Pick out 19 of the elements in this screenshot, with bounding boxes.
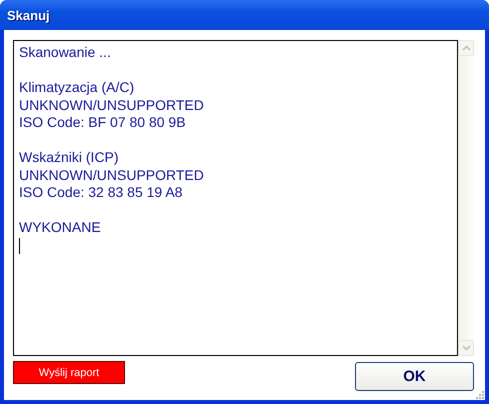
resize-grip-icon[interactable] bbox=[475, 390, 485, 400]
window-title: Skanuj bbox=[7, 8, 50, 22]
log-line: Skanowanie ... bbox=[19, 44, 112, 62]
log-line: ISO Code: 32 83 85 19 A8 bbox=[19, 184, 184, 202]
log-line: UNKNOWN/UNSUPPORTED bbox=[19, 96, 205, 114]
text-cursor bbox=[19, 238, 20, 254]
send-report-button[interactable]: Wyślij raport bbox=[13, 361, 125, 384]
log-line: WYKONANE bbox=[19, 219, 102, 236]
log-line: Wskaźniki (ICP) bbox=[19, 149, 120, 166]
log-line: UNKNOWN/UNSUPPORTED bbox=[19, 166, 205, 184]
ok-button[interactable]: OK bbox=[355, 362, 474, 391]
log-line: ISO Code: BF 07 80 80 9B bbox=[19, 114, 187, 132]
chevron-down-icon bbox=[462, 345, 470, 351]
scroll-up-button[interactable] bbox=[458, 40, 474, 56]
log-line: Klimatyzacja (A/C) bbox=[19, 79, 136, 96]
log-text-area[interactable]: Skanowanie ... Klimatyzacja (A/C) UNKNOWN/UNSUPPORTED ISO Code: BF 07 80 80 9B Wskaźniki (ICP) UNKNOWN/UNSUPPORTED ISO Code: 32 83 85 19 A8 WYKONANE bbox=[13, 40, 458, 356]
scroll-down-button[interactable] bbox=[458, 340, 474, 356]
scrollbar[interactable] bbox=[458, 40, 474, 356]
chevron-up-icon bbox=[462, 45, 470, 51]
